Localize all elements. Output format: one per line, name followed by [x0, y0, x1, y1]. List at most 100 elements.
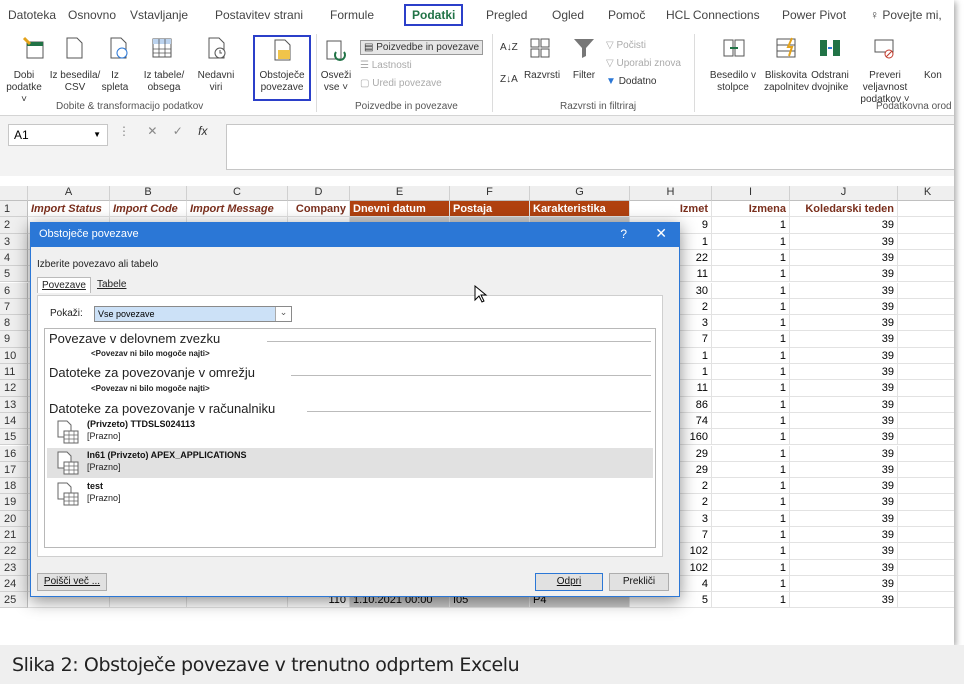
row-header[interactable]: 5: [0, 266, 28, 283]
table-cell[interactable]: [898, 201, 954, 218]
table-cell[interactable]: 1: [712, 282, 790, 299]
reapply-button[interactable]: ▽ Uporabi znova: [606, 58, 681, 69]
properties-button[interactable]: ☰ Lastnosti: [360, 60, 412, 71]
table-cell[interactable]: 39: [790, 445, 898, 462]
table-cell[interactable]: 39: [790, 478, 898, 495]
column-header[interactable]: H: [630, 186, 712, 201]
consolidate-button[interactable]: Kon: [924, 70, 954, 82]
table-cell[interactable]: [898, 283, 954, 299]
row-header[interactable]: 11: [0, 364, 28, 381]
row-header[interactable]: 23: [0, 559, 28, 576]
table-cell[interactable]: [898, 511, 954, 527]
table-cell[interactable]: [898, 446, 954, 462]
table-cell[interactable]: 1: [712, 478, 790, 495]
column-header[interactable]: B: [110, 186, 187, 201]
filter-button[interactable]: Filter: [566, 70, 602, 82]
table-cell[interactable]: 39: [790, 429, 898, 446]
row-header[interactable]: 7: [0, 298, 28, 316]
get-data-button[interactable]: Dobi podatke ˅: [2, 70, 46, 106]
row-header[interactable]: 8: [0, 315, 28, 332]
column-header[interactable]: K: [898, 186, 954, 201]
table-cell[interactable]: 1: [712, 543, 790, 560]
advanced-filter-button[interactable]: ▼ Dodatno: [606, 76, 657, 87]
table-cell[interactable]: [898, 462, 954, 479]
tell-me-box[interactable]: ♀ Povejte mi,: [870, 8, 942, 22]
table-cell[interactable]: 39: [790, 249, 898, 267]
table-cell[interactable]: Karakteristika: [530, 201, 630, 218]
select-all-corner[interactable]: [0, 186, 28, 201]
formula-input[interactable]: [226, 124, 954, 170]
column-header[interactable]: C: [187, 186, 288, 201]
table-cell[interactable]: 1: [712, 445, 790, 462]
tab-power-pivot[interactable]: Power Pivot: [782, 8, 846, 22]
table-cell[interactable]: 39: [790, 396, 898, 413]
refresh-all-button[interactable]: Osveži vse ˅: [314, 70, 358, 94]
table-cell[interactable]: 39: [790, 380, 898, 397]
table-cell[interactable]: 1: [712, 527, 790, 544]
row-header[interactable]: 20: [0, 510, 28, 527]
from-table-button[interactable]: Iz tabele/ obsega: [138, 70, 190, 94]
row-header[interactable]: 9: [0, 331, 28, 348]
table-cell[interactable]: [898, 266, 954, 283]
table-cell[interactable]: 39: [790, 461, 898, 479]
table-cell[interactable]: 1: [712, 380, 790, 397]
row-header[interactable]: 21: [0, 527, 28, 544]
table-cell[interactable]: [898, 250, 954, 267]
sort-az-icon[interactable]: A↓Z: [500, 42, 518, 53]
row-header[interactable]: 17: [0, 461, 28, 479]
text-to-columns-button[interactable]: Besedilo v stolpce: [698, 70, 768, 94]
cancel-button[interactable]: Prekliči: [609, 573, 669, 591]
table-cell[interactable]: Dnevni datum: [350, 201, 450, 218]
column-header[interactable]: F: [450, 186, 530, 201]
open-button[interactable]: Odpri: [535, 573, 603, 591]
table-cell[interactable]: [898, 348, 954, 364]
table-cell[interactable]: 1: [712, 461, 790, 479]
row-header[interactable]: 14: [0, 412, 28, 430]
remove-duplicates-button[interactable]: Odstrani dvojnike: [808, 70, 852, 94]
row-header[interactable]: 1: [0, 201, 28, 218]
table-cell[interactable]: 39: [790, 575, 898, 593]
clear-filter-button[interactable]: ▽ Počisti: [606, 40, 646, 51]
tab-file[interactable]: Datoteka: [8, 8, 56, 22]
table-cell[interactable]: 1: [712, 298, 790, 316]
table-cell[interactable]: Company: [288, 201, 350, 218]
table-cell[interactable]: [898, 397, 954, 413]
connection-item[interactable]: test [Prazno]: [47, 479, 653, 509]
table-cell[interactable]: [898, 592, 954, 609]
sort-button[interactable]: Razvrsti: [522, 70, 562, 82]
table-cell[interactable]: 39: [790, 364, 898, 381]
row-header[interactable]: 3: [0, 233, 28, 250]
row-header[interactable]: 25: [0, 592, 28, 609]
tab-formulas[interactable]: Formule: [330, 8, 374, 22]
table-cell[interactable]: 39: [790, 315, 898, 332]
table-cell[interactable]: [898, 364, 954, 381]
table-cell[interactable]: [898, 315, 954, 332]
table-cell[interactable]: 1: [712, 575, 790, 593]
table-cell[interactable]: 39: [790, 233, 898, 250]
help-icon[interactable]: ?: [620, 227, 627, 241]
column-header[interactable]: E: [350, 186, 450, 201]
row-header[interactable]: 12: [0, 380, 28, 397]
connection-item[interactable]: In61 (Privzeto) APEX_APPLICATIONS [Prazn…: [47, 448, 653, 478]
table-cell[interactable]: Izmena: [712, 201, 790, 218]
row-header[interactable]: 22: [0, 543, 28, 560]
browse-more-button[interactable]: Poišči več ...: [37, 573, 107, 591]
recent-sources-button[interactable]: Nedavni viri: [194, 70, 238, 94]
table-cell[interactable]: Import Message: [187, 201, 288, 218]
table-cell[interactable]: 39: [790, 412, 898, 430]
queries-connections-button[interactable]: ▤ Poizvedbe in povezave: [360, 40, 484, 55]
table-cell[interactable]: 39: [790, 298, 898, 316]
sort-za-icon[interactable]: Z↓A: [500, 74, 518, 85]
table-cell[interactable]: [898, 494, 954, 511]
table-cell[interactable]: 1: [712, 233, 790, 250]
row-header[interactable]: 19: [0, 494, 28, 511]
table-cell[interactable]: [898, 478, 954, 495]
table-cell[interactable]: 1: [712, 429, 790, 446]
table-cell[interactable]: 1: [712, 592, 790, 609]
table-cell[interactable]: 39: [790, 347, 898, 364]
cancel-icon[interactable]: ✕: [147, 124, 157, 138]
table-cell[interactable]: [898, 331, 954, 348]
table-cell[interactable]: 1: [712, 412, 790, 430]
table-cell[interactable]: [898, 560, 954, 576]
table-cell[interactable]: 39: [790, 217, 898, 234]
